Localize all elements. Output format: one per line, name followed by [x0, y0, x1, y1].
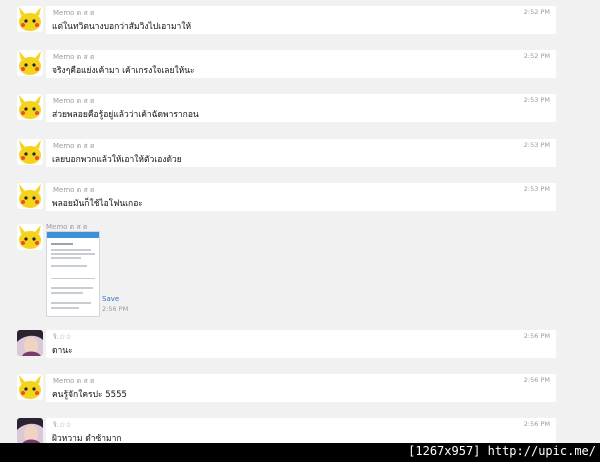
avatar[interactable] — [17, 330, 43, 356]
sender-name[interactable]: Memo ต ส ต — [53, 52, 95, 63]
watermark-text: [1267x957] http://upic.me/ — [408, 444, 596, 458]
timestamp: 2:56 PM — [523, 376, 550, 384]
thumbnail-line — [51, 302, 91, 304]
message-bubble: Memo ต ส ต พลอยมันก็ใช้ไอโฟนเกอะ 2:53 PM — [46, 183, 556, 211]
sender-name[interactable]: Memo ต ส ต — [53, 376, 95, 387]
timestamp: 2:56 PM — [523, 332, 550, 340]
avatar[interactable] — [17, 50, 43, 76]
message-row: Memo ต ส ต แต่ในทวิตนางบอกว่าสัมวิงไปเอา… — [0, 6, 600, 36]
thumbnail-line — [51, 243, 73, 245]
message-text: คนรู้จักใครปะ 5555 — [52, 390, 127, 400]
thumbnail-line — [51, 257, 81, 259]
thumbnail-line — [51, 278, 95, 279]
thumbnail-line — [51, 307, 79, 309]
message-row: Memo ต ส ต คนรู้จักใครปะ 5555 2:56 PM — [0, 374, 600, 404]
timestamp: 2:53 PM — [523, 185, 550, 193]
timestamp: 2:53 PM — [523, 141, 550, 149]
timestamp: 2:56 PM — [523, 420, 550, 428]
avatar[interactable] — [17, 224, 43, 250]
avatar[interactable] — [17, 418, 43, 443]
message-row: ริ.☆☆ ผิวหวาม ดำซ้ามาก 2:56 PM — [0, 418, 600, 443]
timestamp: 2:56 PM — [102, 305, 129, 313]
avatar[interactable] — [17, 139, 43, 165]
sender-name[interactable]: Memo ต ส ต — [53, 185, 95, 196]
avatar[interactable] — [17, 94, 43, 120]
message-bubble: Memo ต ส ต จริงๆคือแย่งเค้ามา เค้าเกรงใจ… — [46, 50, 556, 78]
message-bubble: ริ.☆☆ ดานะ 2:56 PM — [46, 330, 556, 358]
message-text: ผิวหวาม ดำซ้ามาก — [52, 434, 122, 443]
thumbnail-header — [47, 232, 99, 238]
message-text: ส่วยพลอยคือรู้อยู่แล้วว่าเค้าฉัดพารากอน — [52, 110, 199, 120]
sender-name[interactable]: Memo ต ส ต — [53, 141, 95, 152]
message-text: พลอยมันก็ใช้ไอโฟนเกอะ — [52, 199, 143, 209]
avatar[interactable] — [17, 374, 43, 400]
message-bubble: Memo ต ส ต แต่ในทวิตนางบอกว่าสัมวิงไปเอา… — [46, 6, 556, 34]
thumbnail-line — [51, 249, 91, 251]
sender-name[interactable]: ริ.☆☆ — [53, 332, 72, 343]
chat-window: Memo ต ส ต แต่ในทวิตนางบอกว่าสัมวิงไปเอา… — [0, 0, 600, 443]
thumbnail-line — [51, 253, 95, 255]
watermark-bar: [1267x957] http://upic.me/ — [0, 443, 600, 462]
message-row: Memo ต ส ต เลยบอกพวกแล้วให้เอาให้ตัวเองด… — [0, 139, 600, 169]
message-row: Memo ต ส ต จริงๆคือแย่งเค้ามา เค้าเกรงใจ… — [0, 50, 600, 80]
thumbnail-line — [51, 292, 83, 294]
message-bubble: ริ.☆☆ ผิวหวาม ดำซ้ามาก 2:56 PM — [46, 418, 556, 443]
timestamp: 2:52 PM — [523, 8, 550, 16]
avatar[interactable] — [17, 183, 43, 209]
message-row: Memo ต ส ต พลอยมันก็ใช้ไอโฟนเกอะ 2:53 PM — [0, 183, 600, 213]
message-text: แต่ในทวิตนางบอกว่าสัมวิงไปเอามาให้ — [52, 22, 192, 32]
save-button[interactable]: Save — [102, 295, 119, 303]
sender-name[interactable]: ริ.☆☆ — [53, 420, 72, 431]
message-row: ริ.☆☆ ดานะ 2:56 PM — [0, 330, 600, 360]
message-bubble: Memo ต ส ต คนรู้จักใครปะ 5555 2:56 PM — [46, 374, 556, 402]
timestamp: 2:52 PM — [523, 52, 550, 60]
message-text: จริงๆคือแย่งเค้ามา เค้าเกรงใจเลยให้นะ — [52, 66, 195, 76]
message-bubble: Memo ต ส ต เลยบอกพวกแล้วให้เอาให้ตัวเองด… — [46, 139, 556, 167]
thumbnail-line — [51, 265, 87, 267]
sender-name[interactable]: Memo ต ส ต — [53, 96, 95, 107]
sender-name[interactable]: Memo ต ส ต — [53, 8, 95, 19]
image-message-row: Memo ต ส ต Save 2:56 PM — [0, 222, 600, 317]
thumbnail-line — [51, 287, 93, 289]
message-text: เลยบอกพวกแล้วให้เอาให้ตัวเองด้วย — [52, 155, 182, 165]
image-thumbnail[interactable] — [46, 231, 100, 317]
timestamp: 2:53 PM — [523, 96, 550, 104]
message-text: ดานะ — [52, 346, 73, 356]
message-row: Memo ต ส ต ส่วยพลอยคือรู้อยู่แล้วว่าเค้า… — [0, 94, 600, 124]
message-bubble: Memo ต ส ต ส่วยพลอยคือรู้อยู่แล้วว่าเค้า… — [46, 94, 556, 122]
avatar[interactable] — [17, 6, 43, 32]
